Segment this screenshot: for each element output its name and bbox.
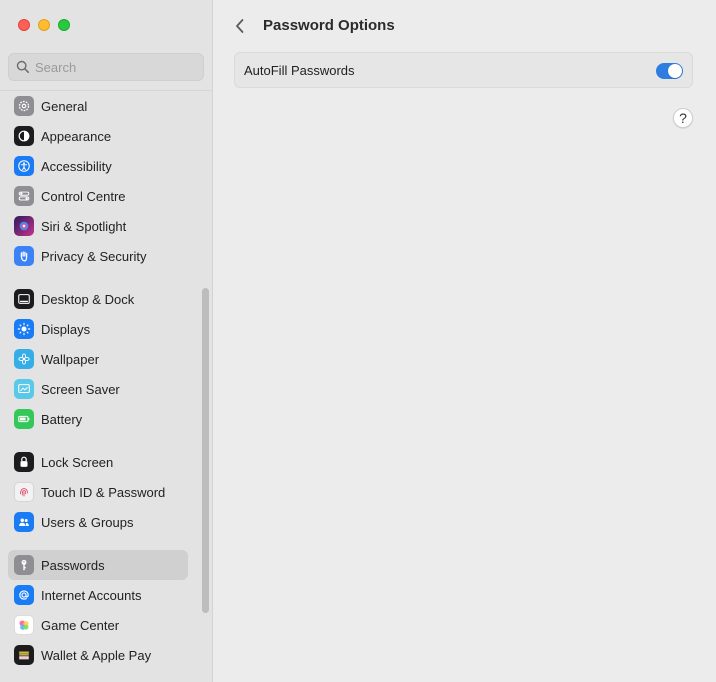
lock-icon (14, 452, 34, 472)
accessibility-icon (14, 156, 34, 176)
users-icon (14, 512, 34, 532)
autofill-passwords-label: AutoFill Passwords (244, 62, 355, 78)
sidebar-item-passwords[interactable]: Passwords (8, 550, 188, 580)
sidebar-item-touch-id-password[interactable]: Touch ID & Password (8, 477, 188, 507)
window-controls (18, 19, 70, 31)
close-window-button[interactable] (18, 19, 30, 31)
siri-icon (14, 216, 34, 236)
page-title: Password Options (263, 17, 395, 34)
sidebar-item-label: Privacy & Security (41, 248, 147, 264)
toggle-knob (668, 64, 682, 78)
search-icon (16, 60, 30, 74)
sidebar-item-label: Touch ID & Password (41, 484, 166, 500)
sidebar-item-internet-accounts[interactable]: Internet Accounts (8, 580, 188, 610)
search-field[interactable] (8, 53, 204, 81)
sidebar-item-label: Game Center (41, 617, 120, 633)
appearance-icon (14, 126, 34, 146)
sidebar-item-battery[interactable]: Battery (8, 404, 188, 434)
zoom-window-button[interactable] (58, 19, 70, 31)
hand-icon (14, 246, 34, 266)
sidebar-item-label: Siri & Spotlight (41, 218, 127, 234)
sidebar-item-label: Users & Groups (41, 514, 134, 530)
wallet-icon (14, 645, 34, 665)
battery-icon (14, 409, 34, 429)
flower-icon (14, 349, 34, 369)
back-button[interactable] (230, 15, 250, 37)
screensaver-icon (14, 379, 34, 399)
sidebar-item-label: Wallet & Apple Pay (41, 647, 152, 663)
dock-icon (14, 289, 34, 309)
sidebar-item-label: Desktop & Dock (41, 291, 135, 307)
sidebar-item-users-groups[interactable]: Users & Groups (8, 507, 188, 537)
search-input[interactable] (35, 59, 195, 75)
sidebar-item-accessibility[interactable]: Accessibility (8, 151, 188, 181)
sidebar-item-control-centre[interactable]: Control Centre (8, 181, 188, 211)
sidebar-item-label: Accessibility (41, 158, 112, 174)
sidebar-item-privacy-security[interactable]: Privacy & Security (8, 241, 188, 271)
sidebar-item-label: Control Centre (41, 188, 126, 204)
sidebar-item-game-center[interactable]: Game Center (8, 610, 188, 640)
autofill-settings-card: AutoFill Passwords (234, 52, 693, 88)
game-center-icon (14, 615, 34, 635)
at-icon (14, 585, 34, 605)
sidebar-item-label: Wallpaper (41, 351, 100, 367)
sidebar-item-wallet-apple-pay[interactable]: Wallet & Apple Pay (8, 640, 188, 670)
sidebar-item-wallpaper[interactable]: Wallpaper (8, 344, 188, 374)
sidebar-item-label: Passwords (41, 557, 105, 573)
sidebar-item-screen-saver[interactable]: Screen Saver (8, 374, 188, 404)
sidebar-item-desktop-dock[interactable]: Desktop & Dock (8, 284, 188, 314)
minimize-window-button[interactable] (38, 19, 50, 31)
sidebar-item-label: Lock Screen (41, 454, 114, 470)
sidebar-item-label: Battery (41, 411, 83, 427)
sidebar-item-label: Screen Saver (41, 381, 120, 397)
sidebar: General Appearance Accessibility Control… (0, 0, 213, 682)
sidebar-item-displays[interactable]: Displays (8, 314, 188, 344)
help-button[interactable]: ? (673, 108, 693, 128)
sidebar-item-siri-spotlight[interactable]: Siri & Spotlight (8, 211, 188, 241)
sidebar-item-general[interactable]: General (8, 91, 188, 121)
settings-window: General Appearance Accessibility Control… (0, 0, 716, 682)
autofill-passwords-toggle[interactable] (656, 63, 683, 79)
sidebar-scrollbar[interactable] (202, 288, 209, 613)
key-icon (14, 555, 34, 575)
control-centre-icon (14, 186, 34, 206)
fingerprint-icon (14, 482, 34, 502)
sidebar-item-label: Appearance (41, 128, 112, 144)
sun-icon (14, 319, 34, 339)
gear-icon (14, 96, 34, 116)
sidebar-item-lock-screen[interactable]: Lock Screen (8, 447, 188, 477)
sidebar-item-label: General (41, 98, 88, 114)
chevron-left-icon (236, 19, 244, 33)
sidebar-item-label: Internet Accounts (41, 587, 142, 603)
sidebar-item-label: Displays (41, 321, 91, 337)
sidebar-item-appearance[interactable]: Appearance (8, 121, 188, 151)
